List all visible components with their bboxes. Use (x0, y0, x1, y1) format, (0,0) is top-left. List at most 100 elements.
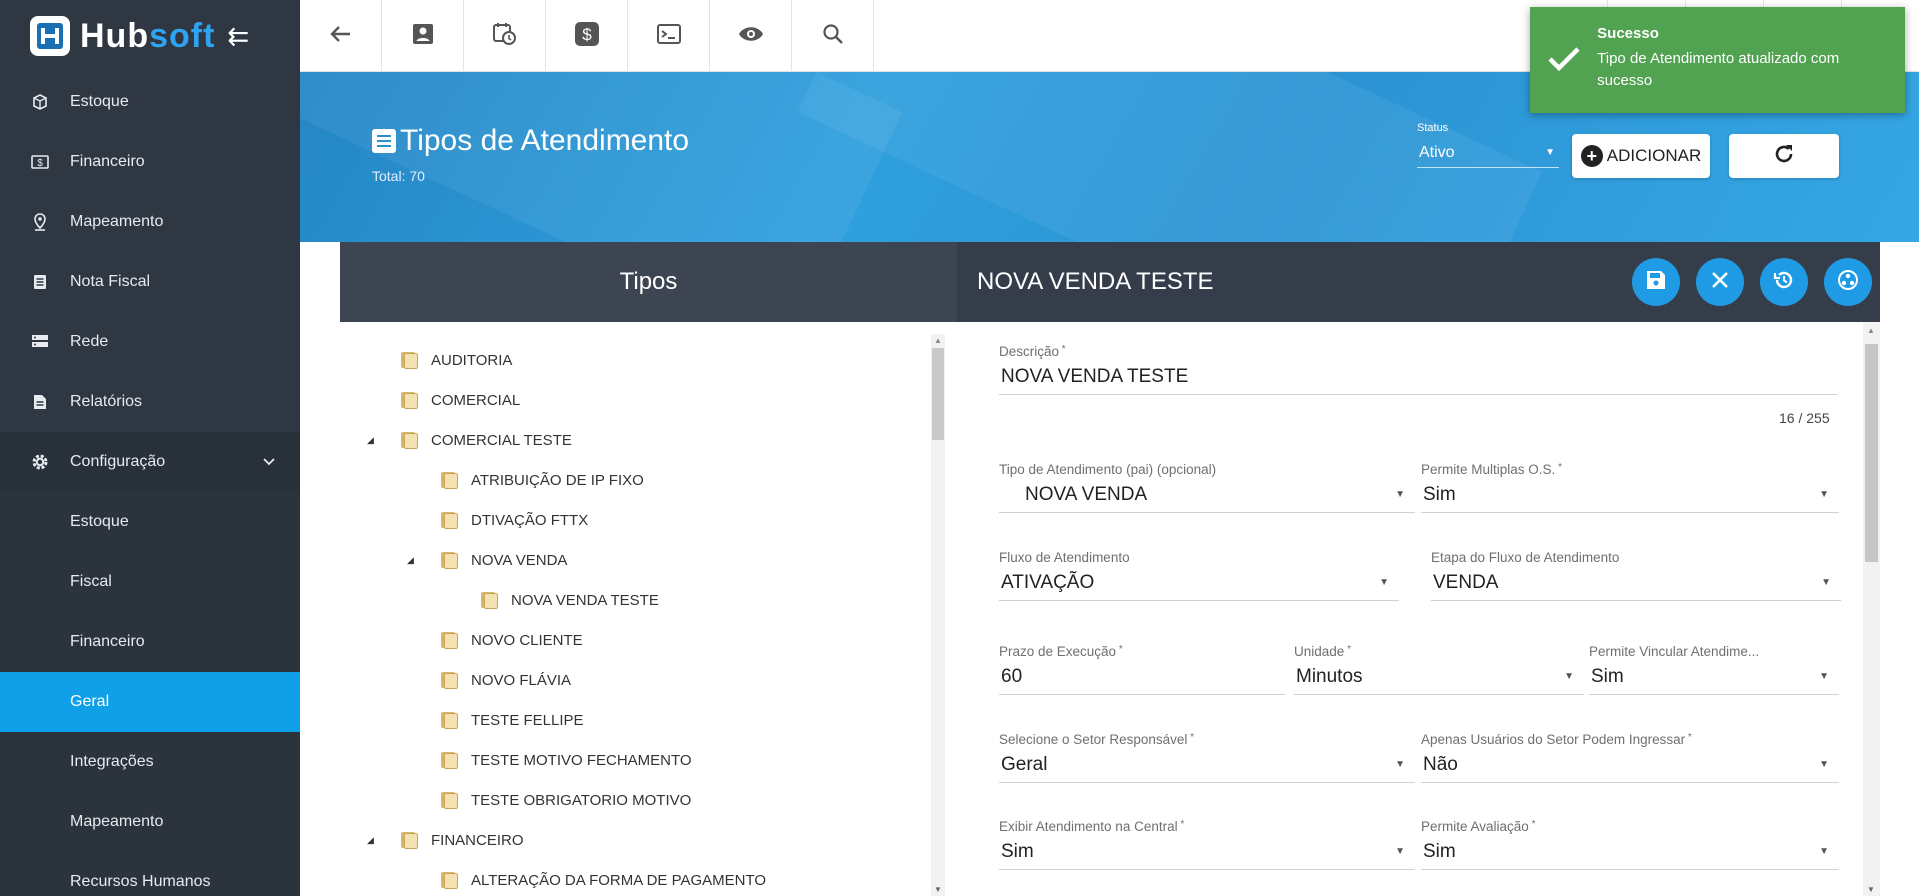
workflow-button[interactable] (1824, 258, 1872, 306)
schedule-button[interactable] (464, 0, 546, 72)
svg-text:$: $ (582, 25, 592, 44)
submenu-item-mapeamento[interactable]: Mapeamento (0, 792, 300, 852)
caret-down-icon: ▼ (1379, 577, 1389, 588)
permite-multiplas-field: Permite Multiplas O.S. * Sim ▼ (1421, 462, 1839, 513)
char-counter: 16 / 255 (1779, 410, 1830, 426)
clients-button[interactable] (382, 0, 464, 72)
tree-node-label: NOVA VENDA (471, 551, 568, 569)
submenu-item-financeiro[interactable]: Financeiro (0, 612, 300, 672)
back-button[interactable] (300, 0, 382, 72)
sidebar-item-relatorios[interactable]: Relatórios (0, 372, 300, 432)
page-title-text: Tipos de Atendimento (400, 124, 690, 157)
tree-node-label: NOVO FLÁVIA (471, 671, 572, 689)
avaliacao-select[interactable]: Sim ▼ (1421, 834, 1839, 870)
tree-node[interactable]: NOVO FLÁVIA (407, 660, 571, 700)
sidebar-item-financeiro[interactable]: $ Financeiro (0, 132, 300, 192)
descricao-input[interactable]: NOVA VENDA TESTE (999, 359, 1837, 395)
success-toast[interactable]: Sucesso Tipo de Atendimento atualizado c… (1530, 7, 1905, 113)
scroll-down-icon[interactable]: ▼ (934, 885, 942, 894)
terminal-button[interactable] (628, 0, 710, 72)
tree-node-label: TESTE OBRIGATORIO MOTIVO (471, 791, 692, 809)
tree-node[interactable]: ◢ COMERCIAL TESTE (367, 420, 572, 460)
tipo-pai-select[interactable]: NOVA VENDA ▼ (999, 477, 1415, 513)
sidebar-item-configuracao[interactable]: Configuração (0, 432, 300, 492)
scrollbar-thumb[interactable] (932, 348, 944, 440)
tree-node[interactable]: DTIVAÇÃO FTTX (407, 500, 588, 540)
tree-node[interactable]: TESTE MOTIVO FECHAMENTO (407, 740, 692, 780)
tree-node[interactable]: COMERCIAL (367, 380, 520, 420)
tree-node-label: TESTE FELLIPE (471, 711, 584, 729)
fluxo-select[interactable]: ATIVAÇÃO ▼ (999, 565, 1399, 601)
etapa-select[interactable]: VENDA ▼ (1431, 565, 1841, 601)
tree-node[interactable]: AUDITORIA (367, 340, 512, 380)
submenu-item-geral[interactable]: Geral (0, 672, 300, 732)
tree-node[interactable]: ◢ FINANCEIRO (367, 820, 524, 860)
scroll-down-icon[interactable]: ▼ (1867, 885, 1875, 894)
folder-icon (439, 711, 459, 729)
sidebar-item-estoque[interactable]: Estoque (0, 72, 300, 132)
report-icon (30, 392, 50, 412)
tree-toggle-icon[interactable]: ◢ (367, 835, 383, 846)
history-button[interactable] (1760, 258, 1808, 306)
submenu-item-label: Integrações (70, 753, 154, 770)
folder-icon (439, 511, 459, 529)
sidebar-item-nota-fiscal[interactable]: Nota Fiscal (0, 252, 300, 312)
apenas-usuarios-select[interactable]: Não ▼ (1421, 747, 1839, 783)
field-label: Permite Multiplas O.S. * (1421, 462, 1562, 477)
refresh-button[interactable] (1729, 134, 1839, 178)
exibir-central-select[interactable]: Sim ▼ (999, 834, 1415, 870)
submenu-item-integracoes[interactable]: Integrações (0, 732, 300, 792)
prazo-input[interactable]: 60 (999, 659, 1285, 695)
select-value: Não (1423, 753, 1458, 775)
add-button[interactable]: + ADICIONAR (1572, 134, 1710, 178)
toast-body: Sucesso Tipo de Atendimento atualizado c… (1597, 25, 1891, 113)
tree-node[interactable]: ALTERAÇÃO DA FORMA DE PAGAMENTO (407, 860, 766, 896)
tree-toggle-icon[interactable]: ◢ (407, 555, 423, 566)
tree-node[interactable]: ◢ NOVA VENDA (407, 540, 567, 580)
setor-select[interactable]: Geral ▼ (999, 747, 1415, 783)
sidebar-item-label: Nota Fiscal (70, 273, 151, 290)
scroll-up-icon[interactable]: ▲ (1867, 326, 1875, 335)
tree-node[interactable]: NOVO CLIENTE (407, 620, 583, 660)
unidade-select[interactable]: Minutos ▼ (1294, 659, 1584, 695)
sidebar-item-label: Financeiro (70, 153, 145, 170)
tree-node[interactable]: ATRIBUIÇÃO DE IP FIXO (407, 460, 644, 500)
status-select[interactable]: Ativo ▼ (1417, 138, 1559, 168)
select-value: NOVA VENDA (1025, 483, 1148, 505)
tree-node-selected[interactable]: NOVA VENDA TESTE (447, 580, 659, 620)
search-button[interactable] (792, 0, 874, 72)
select-value: ATIVAÇÃO (1001, 571, 1095, 593)
tree-toggle-icon[interactable]: ◢ (367, 435, 383, 446)
save-button[interactable] (1632, 258, 1680, 306)
cancel-button[interactable] (1696, 258, 1744, 306)
svg-text:$: $ (37, 158, 43, 169)
vincular-select[interactable]: Sim ▼ (1589, 659, 1839, 695)
scrollbar-thumb[interactable] (1865, 344, 1878, 562)
folder-icon (439, 471, 459, 489)
tree-scrollbar[interactable]: ▲ ▼ (931, 334, 945, 896)
terminal-icon (656, 23, 681, 49)
field-label: Prazo de Execução * (999, 644, 1123, 659)
setor-field: Selecione o Setor Responsável * Geral ▼ (999, 732, 1415, 783)
submenu-item-recursos-humanos[interactable]: Recursos Humanos (0, 852, 300, 896)
sidebar-item-label: Configuração (70, 453, 166, 470)
form-scrollbar[interactable]: ▲ ▼ (1863, 322, 1880, 896)
scroll-up-icon[interactable]: ▲ (934, 336, 942, 345)
sidebar-item-mapeamento[interactable]: Mapeamento (0, 192, 300, 252)
folder-icon (399, 431, 419, 449)
field-label: Descrição * (999, 344, 1066, 359)
select-value: Sim (1591, 665, 1624, 687)
submenu-item-fiscal[interactable]: Fiscal (0, 552, 300, 612)
tree-node-label: FINANCEIRO (431, 831, 524, 849)
tree-node[interactable]: TESTE OBRIGATORIO MOTIVO (407, 780, 691, 820)
permite-multiplas-select[interactable]: Sim ▼ (1421, 477, 1839, 513)
tree-node[interactable]: TESTE FELLIPE (407, 700, 584, 740)
tree-node-label: DTIVAÇÃO FTTX (471, 511, 589, 529)
collapse-menu-icon[interactable]: ⇇ (227, 21, 249, 52)
view-button[interactable] (710, 0, 792, 72)
sidebar-item-rede[interactable]: Rede (0, 312, 300, 372)
panel-header: Tipos NOVA VENDA TESTE (340, 242, 1880, 322)
submenu-item-estoque[interactable]: Estoque (0, 492, 300, 552)
financial-button[interactable]: $ (546, 0, 628, 72)
field-label: Apenas Usuários do Setor Podem Ingressar… (1421, 732, 1692, 747)
